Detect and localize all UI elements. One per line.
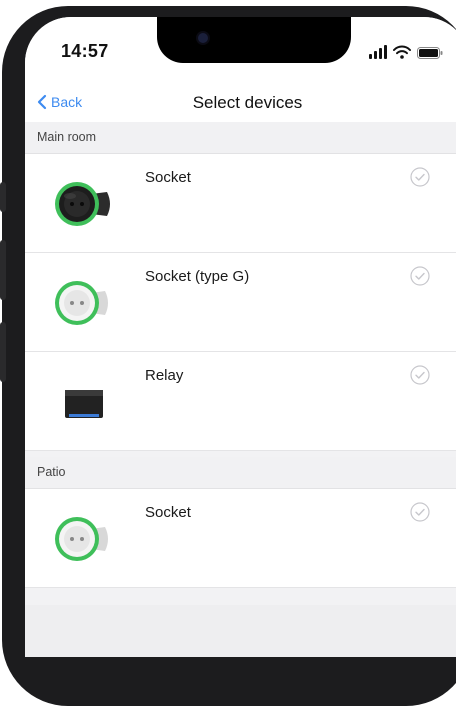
device-row-relay[interactable]: Relay — [25, 352, 456, 451]
section-label: Patio — [37, 465, 66, 479]
section-label: Main room — [37, 130, 97, 144]
device-row-patio-socket[interactable]: Socket — [25, 489, 456, 588]
device-row-socket-type-g[interactable]: Socket (type G) — [25, 253, 456, 352]
wifi-icon — [393, 45, 411, 59]
device-name: Socket (type G) — [145, 268, 250, 285]
checkmark-circle-icon[interactable] — [410, 167, 430, 187]
empty-list-area — [25, 605, 456, 657]
relay-icon — [65, 390, 103, 418]
cellular-signal-icon — [369, 45, 387, 59]
notch — [157, 17, 351, 63]
phone-mute-switch — [0, 182, 6, 212]
status-icons — [369, 43, 443, 59]
socket-white-icon — [55, 517, 108, 561]
device-row-socket[interactable]: Socket — [25, 154, 456, 253]
page-title: Select devices — [192, 93, 303, 112]
battery-icon — [417, 47, 443, 59]
app-screen: 14:57 Back Select devices Main room Sock… — [25, 17, 456, 657]
status-time: 14:57 — [61, 41, 109, 61]
section-header-main-room: Main room — [25, 122, 456, 154]
front-camera — [198, 33, 208, 43]
navigation-bar: Back Select devices — [25, 87, 456, 123]
socket-white-icon — [55, 281, 108, 325]
phone-volume-down — [0, 322, 6, 382]
checkmark-circle-icon[interactable] — [410, 502, 430, 522]
checkmark-circle-icon[interactable] — [410, 365, 430, 385]
device-name: Socket — [145, 169, 191, 186]
device-name: Socket — [145, 504, 191, 521]
section-header-patio: Patio — [25, 457, 456, 489]
checkmark-circle-icon[interactable] — [410, 266, 430, 286]
device-name: Relay — [145, 367, 184, 384]
phone-volume-up — [0, 240, 6, 300]
socket-black-icon — [55, 182, 110, 226]
